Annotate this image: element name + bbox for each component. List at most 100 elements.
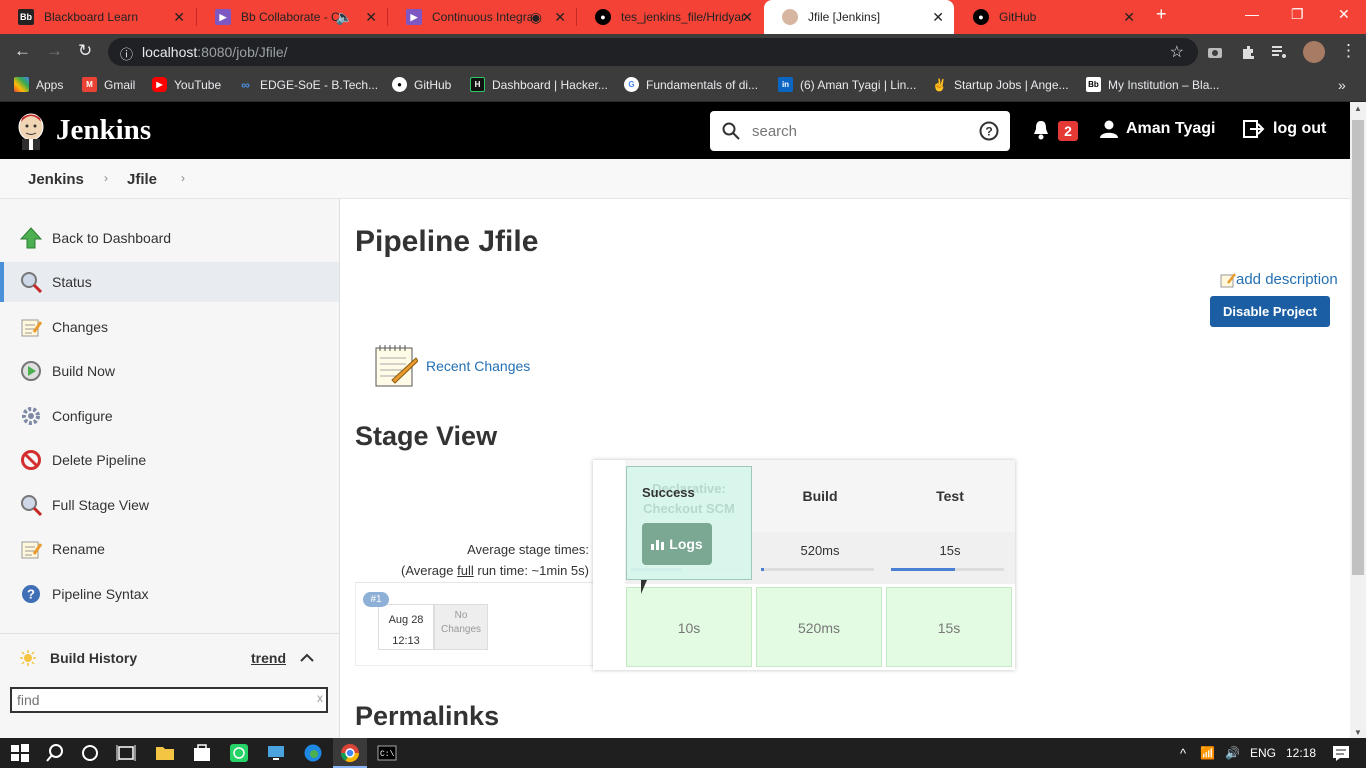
sidebar-item-status[interactable]: Status [0, 262, 339, 302]
clock[interactable]: 12:18 [1286, 746, 1316, 760]
find-input[interactable] [12, 689, 302, 711]
extensions-icon[interactable] [1240, 44, 1256, 60]
tab-jenkins-active[interactable]: Jfile [Jenkins] ✕ [764, 0, 954, 34]
build-date[interactable]: Aug 28 12:13 [378, 604, 434, 650]
trend-link[interactable]: trend [251, 650, 286, 666]
bookmark-hackerrank[interactable]: H Dashboard | Hacker... [470, 77, 608, 92]
minimize-icon[interactable]: — [1245, 6, 1259, 22]
jenkins-logo-icon[interactable] [16, 112, 46, 150]
build-history-title: Build History [50, 650, 138, 666]
bookmark-youtube[interactable]: ▶ YouTube [152, 77, 221, 92]
scroll-down-icon[interactable]: ▼ [1354, 728, 1362, 737]
recent-changes[interactable]: Recent Changes [374, 344, 530, 388]
bookmark-fundamentals[interactable]: G Fundamentals of di... [624, 77, 758, 92]
chevron-right-icon[interactable]: › [181, 171, 185, 185]
terminal-icon[interactable]: C:\ [377, 743, 397, 763]
notification-center-icon[interactable] [1332, 745, 1350, 761]
cortana-icon[interactable] [80, 743, 100, 763]
media-control-icon[interactable] [1271, 44, 1287, 60]
camera-icon[interactable] [1207, 44, 1223, 60]
new-tab-icon[interactable]: + [1156, 4, 1167, 25]
stage-cell-checkout[interactable]: 10s [626, 587, 752, 667]
vertical-scrollbar[interactable]: ▲ ▼ [1350, 102, 1366, 739]
logs-button[interactable]: Logs [642, 523, 712, 565]
bookmark-github[interactable]: ● GitHub [392, 77, 451, 92]
whatsapp-icon[interactable] [229, 743, 249, 763]
tab-github[interactable]: ● GitHub ✕ [955, 0, 1145, 34]
language-indicator[interactable]: ENG [1250, 746, 1276, 760]
scroll-up-icon[interactable]: ▲ [1354, 104, 1362, 113]
bookmark-edge-soe[interactable]: ∞ EDGE-SoE - B.Tech... [238, 77, 378, 92]
notification-badge[interactable]: 2 [1058, 121, 1078, 141]
address-bar[interactable]: ⓘ localhost:8080/job/Jfile/ ☆ [108, 38, 1198, 66]
sidebar-item-build-now[interactable]: Build Now [0, 351, 339, 391]
tab-blackboard[interactable]: Bb Blackboard Learn ✕ [0, 0, 195, 34]
wifi-icon[interactable]: 📶 [1200, 746, 1215, 760]
bookmark-gmail[interactable]: M Gmail [82, 77, 135, 92]
close-tab-icon[interactable]: ✕ [741, 9, 753, 26]
breadcrumb-job[interactable]: Jfile [127, 171, 157, 188]
close-window-icon[interactable]: ✕ [1338, 6, 1350, 23]
chevron-up-icon[interactable] [300, 653, 314, 663]
full-run-link[interactable]: full [457, 563, 474, 578]
close-tab-icon[interactable]: ✕ [1123, 9, 1135, 26]
chrome-menu-icon[interactable]: ⋮ [1340, 41, 1357, 61]
search-box[interactable]: ? [710, 111, 1010, 151]
bookmark-linkedin[interactable]: in (6) Aman Tyagi | Lin... [778, 77, 916, 92]
tab-collaborate[interactable]: ▶ Bb Collaborate - Cc 🔈 ✕ [197, 0, 387, 34]
tray-expand-icon[interactable]: ^ [1180, 746, 1186, 761]
sidebar-item-changes[interactable]: Changes [0, 307, 339, 347]
close-tab-icon[interactable]: ✕ [365, 9, 377, 26]
task-view-icon[interactable] [116, 743, 136, 763]
forward-arrow-icon[interactable]: → [46, 41, 63, 61]
jenkins-title[interactable]: Jenkins [56, 114, 151, 147]
logout-button[interactable]: log out [1243, 120, 1326, 138]
file-explorer-icon[interactable] [155, 743, 175, 763]
stage-cell-test[interactable]: 15s [886, 587, 1012, 667]
reload-icon[interactable]: ↻ [78, 41, 92, 61]
more-bookmarks-icon[interactable]: » [1338, 77, 1346, 93]
profile-avatar[interactable] [1303, 41, 1325, 63]
back-arrow-icon[interactable]: ← [14, 41, 31, 61]
windows-taskbar: C:\ ^ 📶 🔊 ENG 12:18 [0, 738, 1366, 768]
close-tab-icon[interactable]: ✕ [173, 9, 185, 26]
sidebar-item-configure[interactable]: Configure [0, 396, 339, 436]
add-description-link[interactable]: add description [1220, 271, 1338, 288]
search-input[interactable] [752, 119, 972, 143]
bookmark-my-institution[interactable]: Bb My Institution – Bla... [1086, 77, 1219, 92]
help-icon[interactable]: ? [979, 121, 999, 141]
tab-github-file[interactable]: ● tes_jenkins_file/Hridyan ✕ [577, 0, 763, 34]
disable-project-button[interactable]: Disable Project [1210, 296, 1330, 327]
user-menu[interactable]: Aman Tyagi [1100, 120, 1216, 138]
chevron-right-icon[interactable]: › [104, 171, 108, 185]
browser-tab-strip: Bb Blackboard Learn ✕ ▶ Bb Collaborate -… [0, 0, 1366, 34]
sidebar-item-rename[interactable]: Rename [0, 529, 339, 569]
recent-changes-link[interactable]: Recent Changes [426, 358, 530, 374]
close-tab-icon[interactable]: ✕ [554, 9, 566, 26]
restore-icon[interactable]: ❐ [1291, 6, 1304, 23]
breadcrumb-jenkins[interactable]: Jenkins [28, 171, 84, 188]
sidebar-item-pipeline-syntax[interactable]: ? Pipeline Syntax [0, 574, 339, 614]
search-icon[interactable] [45, 743, 65, 763]
windows-start-icon[interactable] [10, 743, 30, 763]
find-box[interactable]: x [10, 687, 328, 713]
taskbar-chrome-active[interactable] [333, 738, 367, 768]
bell-icon[interactable] [1032, 120, 1050, 140]
clear-find-icon[interactable]: x [317, 691, 323, 705]
bookmark-star-icon[interactable]: ☆ [1170, 42, 1184, 62]
scrollbar-thumb[interactable] [1352, 120, 1364, 575]
info-icon[interactable]: ⓘ [120, 44, 133, 63]
bookmark-apps[interactable]: Apps [14, 77, 63, 92]
sidebar-item-back-to-dashboard[interactable]: Back to Dashboard [0, 218, 339, 258]
volume-icon[interactable]: 🔊 [1225, 746, 1240, 760]
edge-browser-icon[interactable] [303, 743, 323, 763]
sidebar-item-full-stage-view[interactable]: Full Stage View [0, 485, 339, 525]
close-tab-icon[interactable]: ✕ [932, 9, 944, 26]
store-icon[interactable] [192, 743, 212, 763]
build-number-badge[interactable]: #1 [363, 592, 389, 607]
stage-cell-build[interactable]: 520ms [756, 587, 882, 667]
sidebar-item-delete-pipeline[interactable]: Delete Pipeline [0, 440, 339, 480]
monitor-icon[interactable] [266, 743, 286, 763]
tab-continuous-integration[interactable]: ▶ Continuous Integra ◉ ✕ [388, 0, 576, 34]
bookmark-startup-jobs[interactable]: ✌ Startup Jobs | Ange... [932, 77, 1069, 92]
